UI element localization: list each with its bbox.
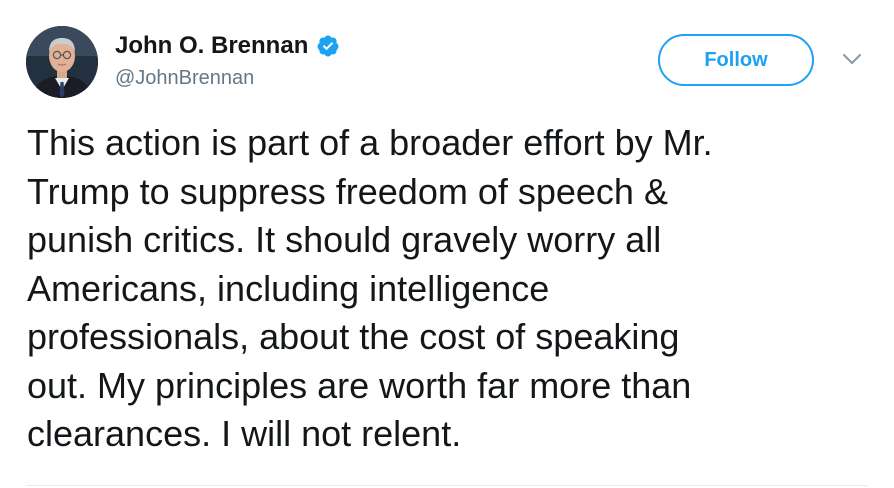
display-name[interactable]: John O. Brennan <box>115 32 308 60</box>
follow-button[interactable]: Follow <box>658 34 814 86</box>
name-line: John O. Brennan <box>115 32 340 60</box>
tweet-text: This action is part of a broader effort … <box>27 122 713 454</box>
tweet-card: John O. Brennan @JohnBrennan Follow This… <box>0 0 894 488</box>
avatar-photo-icon <box>26 26 98 98</box>
divider <box>26 485 868 486</box>
avatar[interactable] <box>26 26 98 98</box>
chevron-down-icon[interactable] <box>841 52 863 66</box>
verified-badge-icon <box>317 35 339 57</box>
author-info: John O. Brennan @JohnBrennan <box>115 32 340 90</box>
author-handle[interactable]: @JohnBrennan <box>115 66 340 90</box>
